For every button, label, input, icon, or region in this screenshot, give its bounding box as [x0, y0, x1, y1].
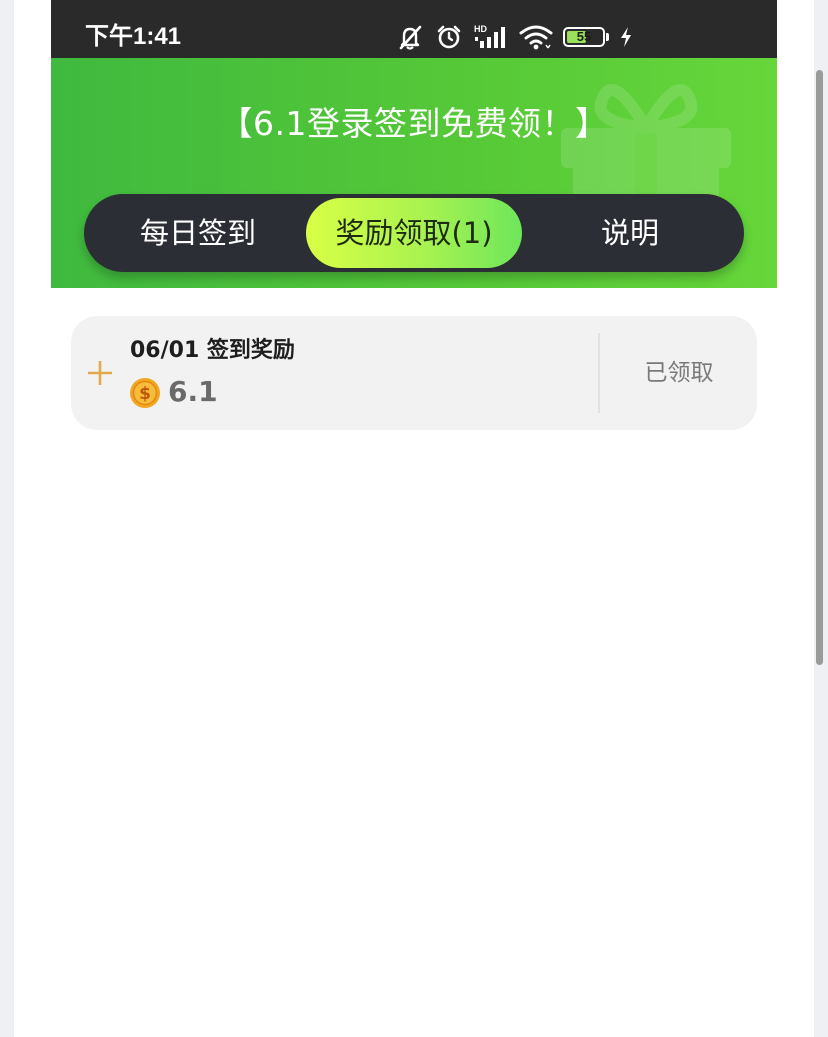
mute-icon — [395, 23, 425, 51]
reward-amount: 6.1 — [168, 375, 218, 408]
status-bar: 下午1:41 HD 55 — [51, 0, 777, 58]
reward-title: 06/01 签到奖励 — [130, 338, 295, 363]
plus-icon[interactable] — [87, 360, 113, 390]
scrollbar[interactable] — [816, 70, 823, 665]
battery-indicator: 55 — [563, 27, 605, 47]
battery-tip — [606, 33, 609, 41]
wifi-icon — [519, 23, 553, 51]
tab-daily-checkin[interactable]: 每日签到 — [98, 198, 298, 268]
page-margin-left — [0, 0, 14, 1037]
battery-icon: 55 — [563, 27, 609, 47]
coin-icon: $ — [129, 377, 161, 413]
tab-instructions[interactable]: 说明 — [530, 198, 730, 268]
tab-bar: 每日签到 奖励领取(1) 说明 — [84, 194, 744, 272]
alarm-icon — [435, 23, 463, 51]
charging-icon — [619, 25, 633, 49]
svg-text:$: $ — [139, 384, 151, 404]
card-divider — [598, 333, 600, 413]
tab-claim-rewards[interactable]: 奖励领取(1) — [306, 198, 522, 268]
svg-text:HD: HD — [474, 24, 487, 34]
phone-screen: 下午1:41 HD 55 【6.1登录签到免费领！】 每日签到 奖励领取(1) … — [51, 0, 777, 1037]
hd-signal-icon: HD — [473, 23, 509, 51]
status-time: 下午1:41 — [85, 23, 182, 50]
reward-card: 06/01 签到奖励 $ 6.1 已领取 — [71, 316, 757, 430]
page-title: 【6.1登录签到免费领！】 — [219, 104, 609, 143]
battery-level: 55 — [576, 29, 592, 44]
claimed-status[interactable]: 已领取 — [601, 316, 757, 430]
status-icons: HD 55 — [395, 22, 633, 52]
